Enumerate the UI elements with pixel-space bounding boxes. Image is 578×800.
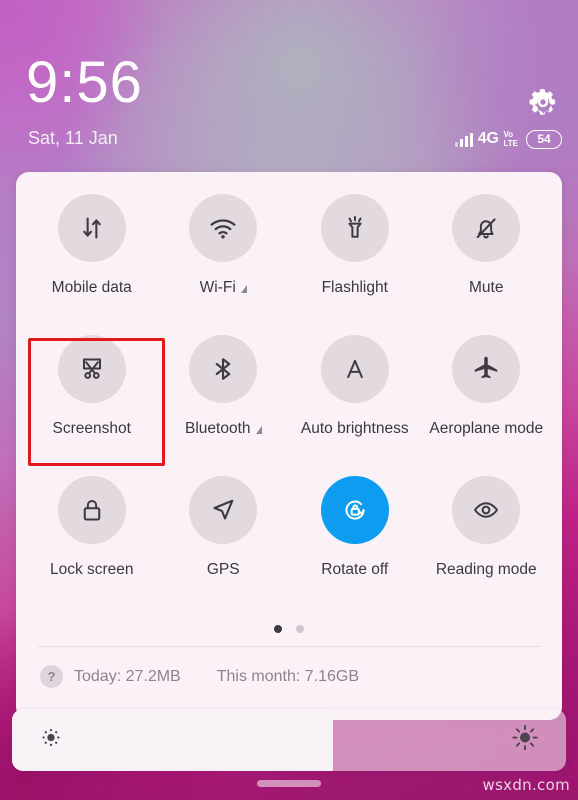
tile-row: Screenshot Bluetooth Auto brightness Aer… <box>26 335 552 476</box>
quick-settings-panel: Mobile data Wi-Fi Flashlight Mute Screen… <box>16 172 562 720</box>
wifi-icon <box>189 194 258 262</box>
tile-label-text: Flashlight <box>321 279 388 296</box>
tile-label-text: Mobile data <box>51 279 132 296</box>
tile-row: Mobile data Wi-Fi Flashlight Mute <box>26 194 552 335</box>
tile-label: Wi-Fi <box>200 279 247 297</box>
tile-label-text: Auto brightness <box>300 420 409 437</box>
tile-label: Flashlight <box>322 279 388 297</box>
tile-label-text: GPS <box>206 561 240 578</box>
tile-label: Rotate off <box>321 561 388 579</box>
tile-label-text: Mute <box>469 279 504 296</box>
padlock-icon <box>57 476 126 544</box>
bluetooth-icon <box>189 335 258 403</box>
phone-screen: 9:56 Sat, 11 Jan 4G Vo LTE 54 Mobile dat… <box>0 0 578 800</box>
tile-lock-screen[interactable]: Lock screen <box>26 476 158 617</box>
tile-label-text: Aeroplane mode <box>429 420 544 437</box>
tile-label-text: Lock screen <box>49 561 134 578</box>
tile-label: Aeroplane mode <box>429 420 543 438</box>
network-type-label: 4G <box>477 130 499 147</box>
tile-label: Bluetooth <box>185 420 262 438</box>
data-usage-row[interactable]: ? Today: 27.2MB This month: 7.16GB <box>16 647 562 688</box>
page-dot[interactable] <box>296 625 304 633</box>
watermark-text: wsxdn.com <box>482 776 570 794</box>
chevron-expand-icon[interactable] <box>255 426 262 434</box>
sun-small-icon <box>38 725 64 756</box>
tile-wifi[interactable]: Wi-Fi <box>158 194 290 335</box>
tile-label-text: Rotate off <box>321 561 389 578</box>
tile-rotate-off[interactable]: Rotate off <box>289 476 421 617</box>
tile-auto-brightness[interactable]: Auto brightness <box>289 335 421 476</box>
gear-icon[interactable] <box>526 85 560 119</box>
auto-brightness-a-icon <box>320 335 389 403</box>
mobile-data-icon <box>57 194 126 262</box>
tile-gps[interactable]: GPS <box>158 476 290 617</box>
tile-label: Auto brightness <box>301 420 409 438</box>
help-icon[interactable]: ? <box>40 665 63 688</box>
brightness-slider[interactable] <box>12 709 566 771</box>
airplane-icon <box>452 335 521 403</box>
clock-date: Sat, 11 Jan <box>28 128 118 148</box>
tile-label-text: Screenshot <box>52 420 131 437</box>
tile-label: Reading mode <box>436 561 537 579</box>
chevron-expand-icon[interactable] <box>240 285 247 293</box>
tile-aeroplane-mode[interactable]: Aeroplane mode <box>421 335 553 476</box>
usage-today-label: Today: 27.2MB <box>74 667 181 685</box>
clock-time: 9:56 <box>26 50 143 115</box>
status-icons: 4G Vo LTE 54 <box>454 128 562 150</box>
tile-label: GPS <box>207 561 240 579</box>
tile-label-text: Reading mode <box>435 561 537 578</box>
signal-bars-icon <box>454 132 473 147</box>
tile-label: Mobile data <box>52 279 132 297</box>
tile-mobile-data[interactable]: Mobile data <box>26 194 158 335</box>
tile-bluetooth[interactable]: Bluetooth <box>158 335 290 476</box>
tile-grid: Mobile data Wi-Fi Flashlight Mute Screen… <box>16 172 562 617</box>
tile-flashlight[interactable]: Flashlight <box>289 194 421 335</box>
tile-row: Lock screen GPS Rotate off Reading mode <box>26 476 552 617</box>
tile-label-text: Wi-Fi <box>199 279 236 296</box>
page-dot-active[interactable] <box>274 625 282 633</box>
home-indicator[interactable] <box>257 780 321 787</box>
battery-indicator: 54 <box>526 129 562 149</box>
tile-label: Screenshot <box>53 420 131 438</box>
usage-month-label: This month: 7.16GB <box>216 667 360 685</box>
tile-label-text: Bluetooth <box>185 420 251 437</box>
status-area: 9:56 Sat, 11 Jan 4G Vo LTE 54 <box>0 0 578 172</box>
tile-reading-mode[interactable]: Reading mode <box>421 476 553 617</box>
sun-large-icon <box>510 723 540 758</box>
screenshot-scissors-icon <box>57 335 126 403</box>
eye-icon <box>452 476 521 544</box>
volte-top-label: Vo <box>503 129 514 139</box>
location-arrow-icon <box>189 476 258 544</box>
tile-mute[interactable]: Mute <box>421 194 553 335</box>
rotation-lock-icon <box>320 476 389 544</box>
flashlight-icon <box>320 194 389 262</box>
tile-screenshot[interactable]: Screenshot <box>26 335 158 476</box>
page-indicator[interactable] <box>16 625 562 633</box>
volte-bottom-label: LTE <box>503 138 518 148</box>
volte-indicator: Vo LTE <box>503 129 518 148</box>
bell-muted-icon <box>452 194 521 262</box>
tile-label: Mute <box>469 279 503 297</box>
tile-label: Lock screen <box>50 561 134 579</box>
